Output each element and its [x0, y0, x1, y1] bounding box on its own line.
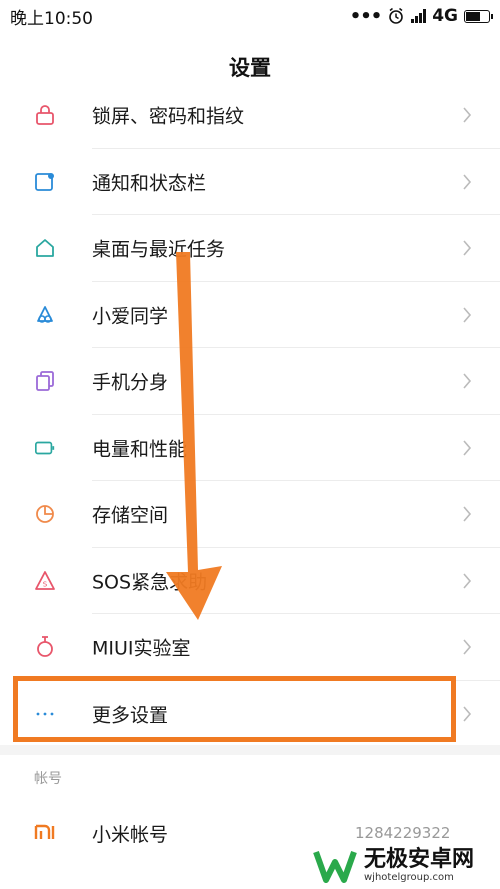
chevron-right-icon [463, 373, 472, 389]
settings-item-miui-lab[interactable]: MIUI实验室 [0, 614, 500, 681]
settings-item-label: SOS紧急求助 [92, 571, 208, 594]
xiaoai-icon [34, 304, 56, 326]
chevron-right-icon [463, 639, 472, 655]
watermark-url: wjhotelgroup.com [364, 872, 454, 883]
chevron-right-icon [463, 240, 472, 256]
settings-item-sos[interactable]: S SOS紧急求助 [0, 548, 500, 614]
battery-status-icon [464, 9, 493, 23]
settings-item-label: 电量和性能 [92, 438, 188, 461]
notification-icon [34, 171, 56, 193]
alarm-icon [389, 7, 404, 24]
watermark-title: 无极安卓网 [364, 847, 475, 872]
battery-icon [34, 437, 56, 459]
home-icon [34, 237, 56, 259]
status-bar: 晚上10:50 ••• 4G [0, 0, 500, 32]
settings-item-label: 手机分身 [92, 371, 169, 394]
chevron-right-icon [463, 706, 472, 722]
settings-item-xiaoai[interactable]: 小爱同学 [0, 282, 500, 348]
settings-item-label: 存储空间 [92, 504, 169, 527]
storage-icon [34, 503, 56, 525]
highlight-box [13, 676, 456, 742]
status-time: 晚上10:50 [10, 8, 93, 29]
watermark-logo-icon [313, 850, 357, 883]
sos-icon: S [34, 570, 56, 592]
signal-icon [411, 9, 427, 23]
settings-item-label: 小爱同学 [92, 305, 169, 328]
chevron-right-icon [463, 440, 472, 456]
lab-flask-icon [34, 636, 56, 658]
settings-item-label: MIUI实验室 [92, 637, 191, 660]
account-id-value: 1284229322 [355, 824, 451, 842]
settings-list: 锁屏、密码和指纹 通知和状态栏 桌面与最近任务 小爱同学 手机分身 电量和性能 … [0, 82, 500, 747]
second-space-icon [34, 370, 56, 392]
more-dots-indicator: ••• [349, 5, 383, 27]
network-type: 4G [432, 6, 458, 26]
section-gap [0, 745, 500, 755]
settings-item-label: 通知和状态栏 [92, 172, 207, 195]
status-icons: ••• 4G [349, 5, 493, 27]
svg-text:S: S [43, 580, 48, 588]
chevron-right-icon [463, 107, 472, 123]
settings-item-notifications[interactable]: 通知和状态栏 [0, 149, 500, 215]
lock-icon [34, 104, 56, 126]
chevron-right-icon [463, 573, 472, 589]
settings-item-label: 小米帐号 [92, 824, 169, 846]
chevron-right-icon [463, 307, 472, 323]
chevron-right-icon [463, 506, 472, 522]
settings-item-home-screen[interactable]: 桌面与最近任务 [0, 215, 500, 282]
settings-item-label: 锁屏、密码和指纹 [92, 105, 245, 128]
mi-logo-icon [34, 822, 56, 846]
section-title-account: 帐号 [34, 771, 62, 787]
settings-item-lock-screen[interactable]: 锁屏、密码和指纹 [0, 82, 500, 149]
watermark: 无极安卓网 wjhotelgroup.com [312, 846, 474, 886]
settings-item-battery[interactable]: 电量和性能 [0, 415, 500, 481]
chevron-right-icon [463, 174, 472, 190]
settings-item-second-space[interactable]: 手机分身 [0, 348, 500, 415]
settings-item-storage[interactable]: 存储空间 [0, 481, 500, 548]
settings-item-label: 桌面与最近任务 [92, 238, 226, 261]
